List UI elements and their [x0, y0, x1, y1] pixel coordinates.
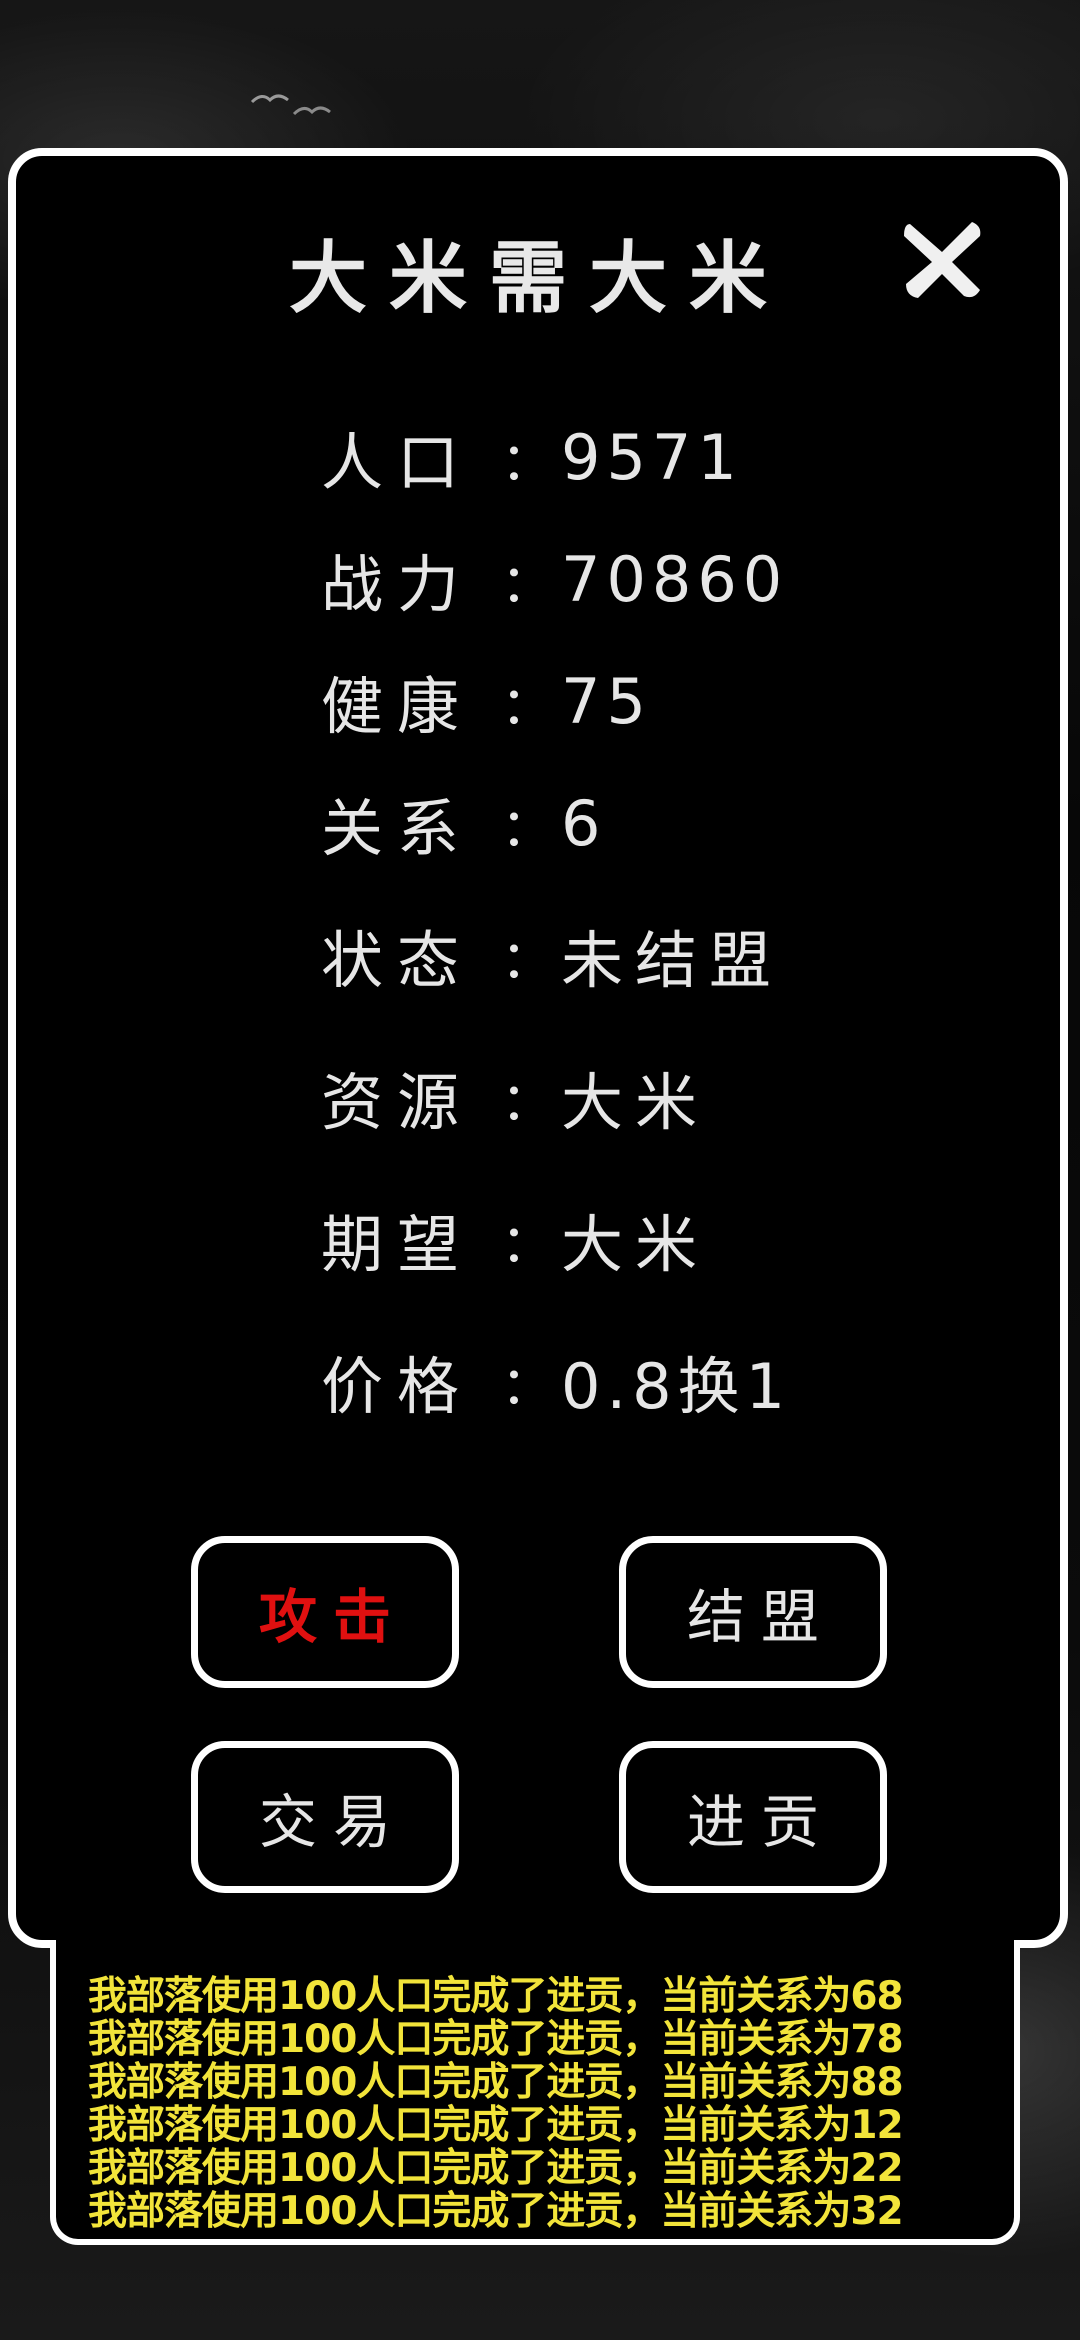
- tribute-button[interactable]: 进贡: [619, 1741, 887, 1893]
- stat-colon: ：: [501, 1214, 554, 1275]
- stat-label: 人口: [321, 426, 474, 499]
- trade-button[interactable]: 交易: [191, 1741, 459, 1893]
- alliance-button[interactable]: 结盟: [619, 1536, 887, 1688]
- stat-population: 人口 ： 9571: [321, 396, 971, 518]
- stat-value: 未结盟: [561, 924, 784, 997]
- stat-label: 资源: [321, 1066, 474, 1139]
- stat-health: 健康 ： 75: [321, 640, 971, 762]
- stat-colon: ：: [501, 432, 554, 493]
- stat-label: 健康: [321, 670, 474, 743]
- stat-label: 关系: [321, 792, 474, 865]
- event-log-panel[interactable]: 我部落使用100人口完成了进贡，当前关系为68 我部落使用100人口完成了进贡，…: [50, 1940, 1020, 2245]
- stat-value: 9571: [561, 420, 743, 494]
- birds-icon: [250, 94, 331, 116]
- game-screen: 大米需大米 人口 ： 9571 战力 ： 70860 健康 ： 75 关系 ： …: [0, 0, 1080, 2340]
- tribe-stats: 人口 ： 9571 战力 ： 70860 健康 ： 75 关系 ： 6 状态 ：: [321, 396, 971, 1452]
- stat-status: 状态 ： 未结盟: [321, 884, 971, 1026]
- stat-colon: ：: [501, 676, 554, 737]
- tribe-info-dialog: 大米需大米 人口 ： 9571 战力 ： 70860 健康 ： 75 关系 ： …: [8, 148, 1068, 1948]
- stat-value: 6: [561, 786, 607, 860]
- stat-relation: 关系 ： 6: [321, 762, 971, 884]
- log-entry: 我部落使用100人口完成了进贡，当前关系为12: [88, 2103, 904, 2148]
- stat-label: 期望: [321, 1208, 474, 1281]
- stat-value: 75: [561, 664, 652, 738]
- attack-button[interactable]: 攻击: [191, 1536, 459, 1688]
- stat-colon: ：: [501, 554, 554, 615]
- log-entry: 我部落使用100人口完成了进贡，当前关系为68: [88, 1974, 904, 2019]
- stat-value: 大米: [561, 1208, 710, 1281]
- log-entry: 我部落使用100人口完成了进贡，当前关系为78: [88, 2017, 904, 2062]
- stat-colon: ：: [501, 1072, 554, 1133]
- stat-colon: ：: [501, 798, 554, 859]
- log-entry: 我部落使用100人口完成了进贡，当前关系为32: [88, 2189, 904, 2234]
- stat-value: 70860: [561, 542, 789, 616]
- stat-colon: ：: [501, 1356, 554, 1417]
- stat-resource: 资源 ： 大米: [321, 1026, 971, 1168]
- stat-combat-power: 战力 ： 70860: [321, 518, 971, 640]
- log-entry: 我部落使用100人口完成了进贡，当前关系为22: [88, 2146, 904, 2191]
- tribe-name-title: 大米需大米: [288, 233, 789, 324]
- stat-label: 价格: [321, 1350, 474, 1423]
- event-log-list: 我部落使用100人口完成了进贡，当前关系为68 我部落使用100人口完成了进贡，…: [88, 1975, 1004, 2233]
- stat-colon: ：: [501, 930, 554, 991]
- stat-expectation: 期望 ： 大米: [321, 1168, 971, 1310]
- stat-value: 0.8换1: [561, 1350, 792, 1423]
- stat-label: 状态: [321, 924, 474, 997]
- log-entry: 我部落使用100人口完成了进贡，当前关系为88: [88, 2060, 904, 2105]
- stat-price: 价格 ： 0.8换1: [321, 1310, 971, 1452]
- stat-label: 战力: [321, 548, 474, 621]
- stat-value: 大米: [561, 1066, 710, 1139]
